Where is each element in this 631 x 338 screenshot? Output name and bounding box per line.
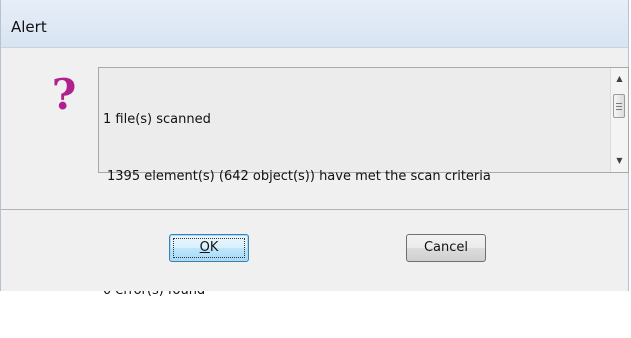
message-text: 1 file(s) scanned 1395 element(s) (642 o… bbox=[103, 72, 603, 338]
thumb-grip-line bbox=[616, 103, 622, 104]
dialog-content: ? 1 file(s) scanned 1395 element(s) (642… bbox=[1, 48, 629, 298]
message-textbox[interactable]: 1 file(s) scanned 1395 element(s) (642 o… bbox=[98, 67, 629, 298]
thumb-grip-line bbox=[616, 109, 622, 110]
title-bar[interactable]: Alert bbox=[1, 0, 628, 48]
cancel-button[interactable]: Cancel bbox=[406, 234, 486, 262]
window-title: Alert bbox=[11, 18, 47, 36]
scroll-up-arrow-icon[interactable]: ▲ bbox=[611, 69, 628, 89]
vertical-scrollbar[interactable]: ▲ ▼ bbox=[610, 68, 628, 172]
question-icon: ? bbox=[51, 70, 77, 119]
button-bar: OK Cancel bbox=[1, 210, 628, 291]
scroll-thumb[interactable] bbox=[613, 94, 625, 118]
ok-button[interactable]: OK bbox=[169, 234, 249, 262]
message-line-elements-met: 1395 element(s) (642 object(s)) have met… bbox=[107, 169, 491, 184]
message-line-files-scanned: 1 file(s) scanned bbox=[103, 112, 211, 127]
thumb-grip-line bbox=[616, 106, 622, 107]
alert-dialog: Alert ? 1 file(s) scanned 1395 element(s… bbox=[0, 0, 629, 298]
focus-rectangle bbox=[173, 238, 245, 258]
scroll-down-arrow-icon[interactable]: ▼ bbox=[611, 151, 628, 171]
